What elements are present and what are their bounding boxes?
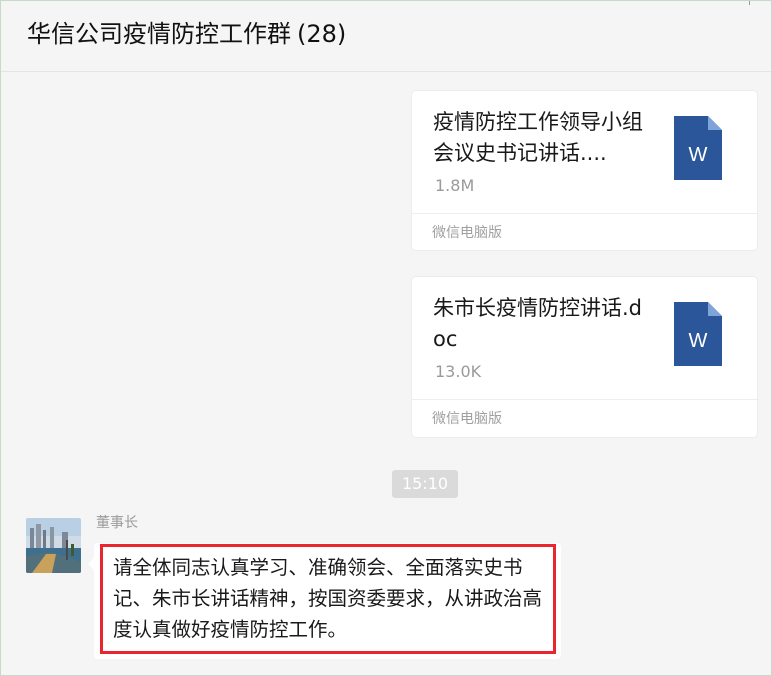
- window-corner-mark: [739, 1, 750, 5]
- file-card-body[interactable]: 疫情防控工作领导小组会议史书记讲话.... 1.8M W: [412, 91, 757, 213]
- member-count: (28): [297, 20, 347, 48]
- file-name: 朱市长疫情防控讲话.doc: [433, 296, 643, 351]
- sender-name: 董事长: [96, 515, 138, 531]
- doc-icon-letter: W: [689, 330, 708, 352]
- avatar[interactable]: [26, 518, 81, 573]
- word-doc-icon: W: [674, 116, 722, 180]
- file-source-label: 微信电脑版: [432, 225, 502, 241]
- file-name: 疫情防控工作领导小组会议史书记讲话....: [433, 110, 643, 165]
- file-card-divider: [412, 213, 757, 214]
- file-card-body[interactable]: 朱市长疫情防控讲话.doc 13.0K W: [412, 277, 757, 399]
- message-timestamp: 15:10: [392, 470, 458, 498]
- highlight-annotation-box: [100, 544, 556, 654]
- chat-title-text: 华信公司疫情防控工作群: [27, 20, 291, 48]
- chat-title[interactable]: 华信公司疫情防控工作群 (28): [27, 17, 346, 51]
- chat-header: 华信公司疫情防控工作群 (28): [1, 1, 771, 72]
- file-message-card[interactable]: 朱市长疫情防控讲话.doc 13.0K W 微信电脑版: [412, 277, 757, 437]
- avatar-image: [26, 518, 81, 573]
- file-size: 1.8M: [435, 176, 475, 195]
- file-message-card[interactable]: 疫情防控工作领导小组会议史书记讲话.... 1.8M W 微信电脑版: [412, 91, 757, 250]
- file-card-divider: [412, 399, 757, 400]
- file-source-label: 微信电脑版: [432, 411, 502, 427]
- word-doc-icon: W: [674, 302, 722, 366]
- doc-icon-letter: W: [689, 144, 708, 166]
- chat-window: 华信公司疫情防控工作群 (28) 疫情防控工作领导小组会议史书记讲话.... 1.…: [0, 0, 772, 676]
- file-size: 13.0K: [435, 362, 482, 381]
